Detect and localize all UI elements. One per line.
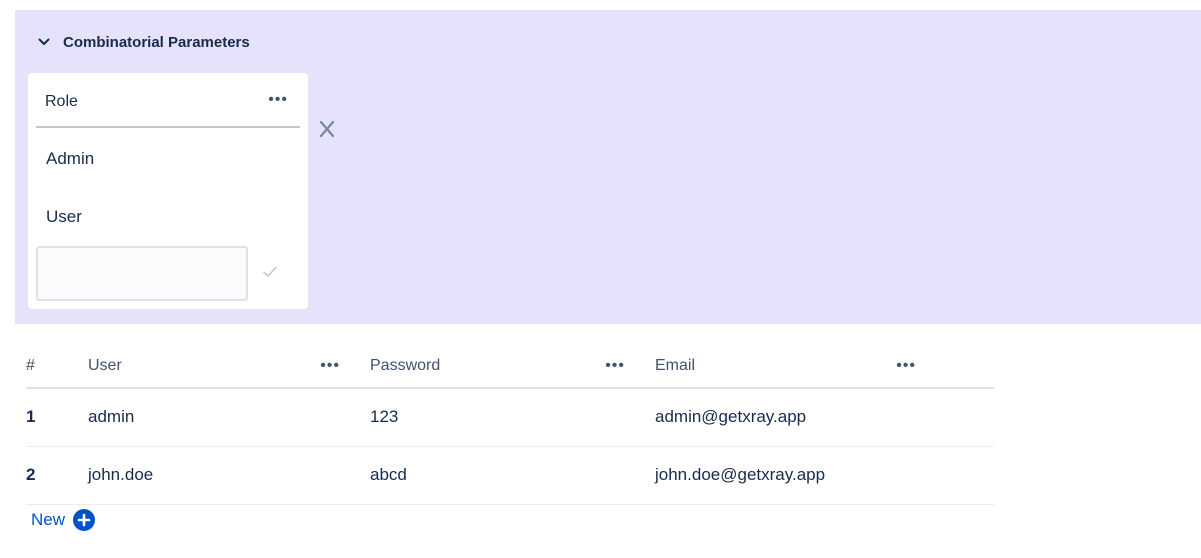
new-row-button[interactable]: New xyxy=(31,509,96,531)
parameter-more-button[interactable]: ••• xyxy=(268,91,288,109)
column-header-email: Email ••• xyxy=(655,344,994,389)
combinatorial-title: Combinatorial Parameters xyxy=(63,33,250,51)
parameter-name[interactable]: Role xyxy=(45,93,78,111)
table-row[interactable]: 1 admin 123 admin@getxray.app xyxy=(26,388,994,447)
parameter-value[interactable]: Admin xyxy=(46,149,94,169)
combinatorial-parameters-panel: Combinatorial Parameters Role ••• Admin … xyxy=(15,10,1201,324)
row-number: 2 xyxy=(26,446,88,505)
remove-parameter-button[interactable] xyxy=(317,116,337,142)
column-header-number: # xyxy=(26,344,88,389)
new-button-label[interactable]: New xyxy=(31,510,65,530)
cell-email[interactable]: admin@getxray.app xyxy=(655,388,994,447)
plus-circle-icon[interactable] xyxy=(73,509,96,531)
cell-password[interactable]: abcd xyxy=(370,446,655,505)
row-number: 1 xyxy=(26,388,88,447)
cell-password[interactable]: 123 xyxy=(370,388,655,447)
column-more-button[interactable]: ••• xyxy=(896,357,916,375)
parameter-header: Role ••• xyxy=(36,89,300,128)
table-header-row: # User ••• Password ••• Email ••• xyxy=(26,344,994,389)
dataset-table: # User ••• Password ••• Email ••• 1 admi… xyxy=(26,344,994,505)
chevron-down-icon[interactable] xyxy=(37,35,51,49)
parameter-value[interactable]: User xyxy=(46,207,82,227)
column-header-user: User ••• xyxy=(88,344,370,389)
column-more-button[interactable]: ••• xyxy=(320,357,340,375)
parameter-card: Role ••• Admin User xyxy=(28,73,308,309)
check-icon[interactable] xyxy=(261,263,279,281)
cell-email[interactable]: john.doe@getxray.app xyxy=(655,446,994,505)
column-header-label: Password xyxy=(370,356,441,374)
combinatorial-header[interactable]: Combinatorial Parameters xyxy=(37,32,250,52)
column-header-label: Email xyxy=(655,356,696,374)
cell-user[interactable]: john.doe xyxy=(88,446,370,505)
cell-user[interactable]: admin xyxy=(88,388,370,447)
column-header-password: Password ••• xyxy=(370,344,655,389)
table-row[interactable]: 2 john.doe abcd john.doe@getxray.app xyxy=(26,446,994,505)
column-header-label: User xyxy=(88,356,122,374)
new-value-input[interactable] xyxy=(36,246,248,301)
column-more-button[interactable]: ••• xyxy=(605,357,625,375)
